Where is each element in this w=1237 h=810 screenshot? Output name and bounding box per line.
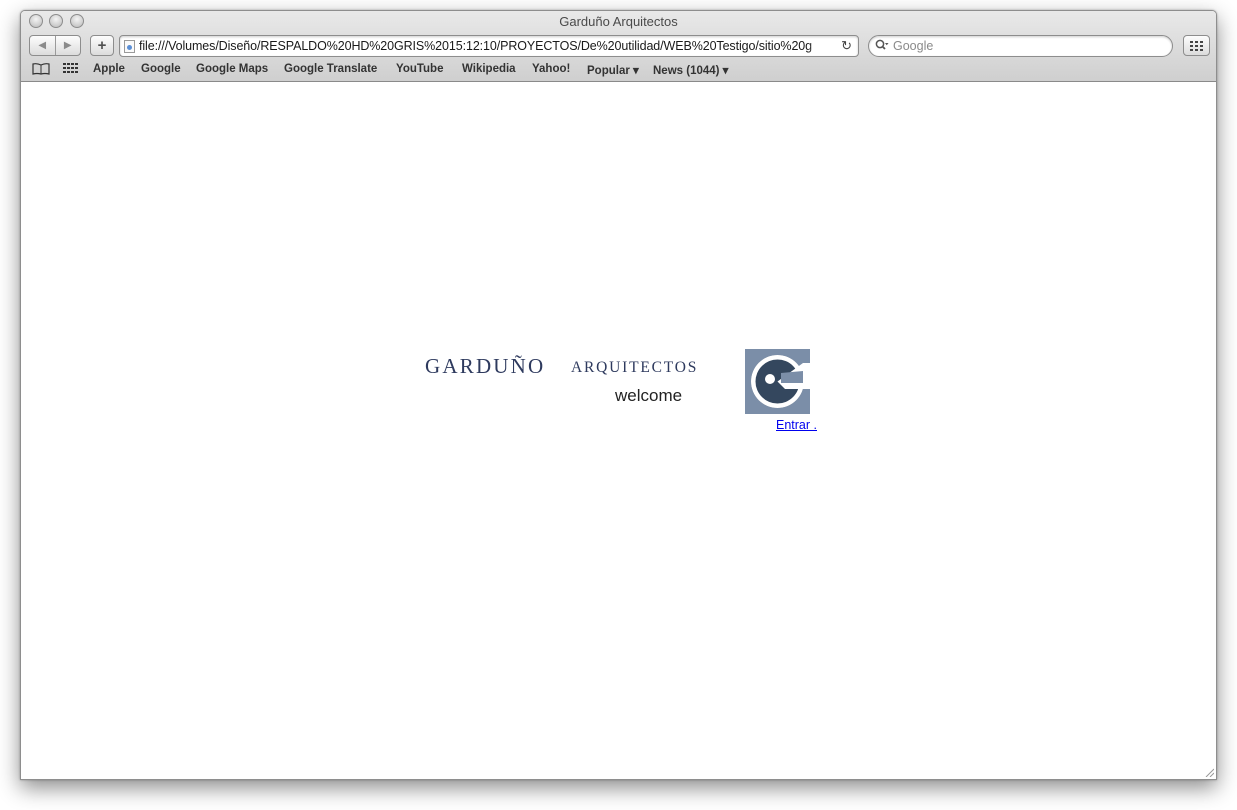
search-input[interactable] <box>893 38 1153 54</box>
grid-icon <box>1190 40 1203 51</box>
bookmark-apple[interactable]: Apple <box>93 63 125 75</box>
address-text[interactable]: file:///Volumes/Diseño/RESPALDO%20HD%20G… <box>139 39 830 53</box>
address-bar[interactable]: file:///Volumes/Diseño/RESPALDO%20HD%20G… <box>119 35 859 57</box>
bookmarks-bar: Apple Google Google Maps Google Translat… <box>21 60 1216 80</box>
forward-button[interactable]: ▶ <box>56 36 81 55</box>
bookmark-youtube[interactable]: YouTube <box>396 63 443 75</box>
brand-name: GARDUÑO <box>425 354 546 378</box>
window-title: Garduño Arquitectos <box>559 14 678 29</box>
enter-link[interactable]: Entrar . <box>776 418 817 432</box>
bookmark-google-maps[interactable]: Google Maps <box>196 63 268 75</box>
browser-window: Garduño Arquitectos ◀ ▶ + file:///Volume… <box>20 10 1217 780</box>
back-button[interactable]: ◀ <box>30 36 56 55</box>
sidebar-grid-button[interactable] <box>1183 35 1210 56</box>
add-bookmark-button[interactable]: + <box>90 35 114 56</box>
page-content: GARDUÑO ARQUITECTOS welcome Entrar . <box>21 82 1216 779</box>
welcome-text: welcome <box>615 386 683 405</box>
browser-chrome: Garduño Arquitectos ◀ ▶ + file:///Volume… <box>21 11 1216 82</box>
file-icon <box>124 40 135 53</box>
search-field[interactable] <box>868 35 1173 57</box>
reload-icon[interactable]: ↻ <box>841 38 852 54</box>
bookmark-google[interactable]: Google <box>141 63 181 75</box>
bookmark-news-menu[interactable]: News (1044) ▾ <box>653 63 728 77</box>
top-sites-icon[interactable] <box>63 63 78 78</box>
bookmark-wikipedia[interactable]: Wikipedia <box>462 63 516 75</box>
bookmark-popular-menu[interactable]: Popular ▾ <box>587 63 639 77</box>
resize-grip-icon[interactable] <box>1204 767 1214 777</box>
brand-subtitle: ARQUITECTOS <box>571 359 699 376</box>
nav-buttons: ◀ ▶ <box>29 35 81 56</box>
bookmark-yahoo[interactable]: Yahoo! <box>532 63 570 75</box>
reading-list-icon[interactable] <box>32 63 50 78</box>
search-icon <box>875 39 889 54</box>
bookmark-google-translate[interactable]: Google Translate <box>284 63 377 75</box>
brand-emblem-icon <box>745 349 810 414</box>
